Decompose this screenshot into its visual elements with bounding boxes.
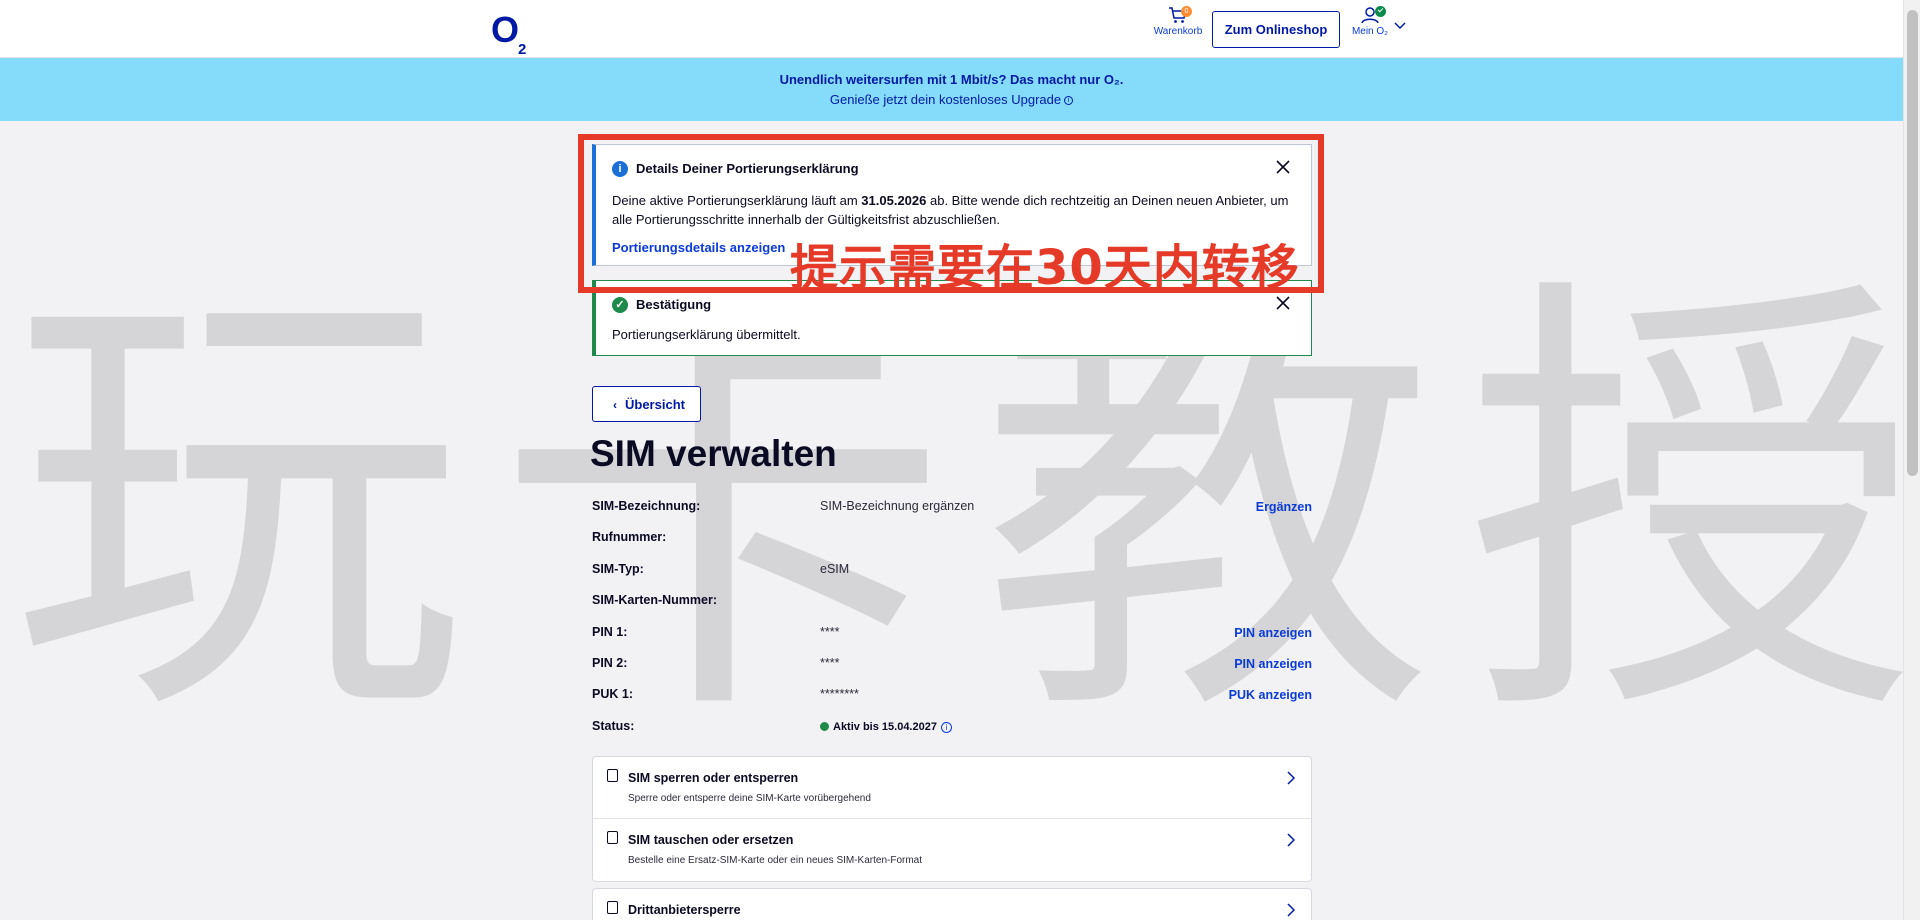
info-icon[interactable]: i	[1064, 96, 1074, 106]
status-active-dot	[820, 721, 829, 731]
list-item[interactable]: Drittanbietersperre	[592, 888, 1312, 920]
cart-label: Warenkorb	[1153, 26, 1203, 37]
list-item[interactable]: SIM tauschen oder ersetzen Bestelle eine…	[593, 819, 1311, 881]
annotation-text: 提示需要在30天内转移	[790, 240, 1300, 296]
add-sim-name-link[interactable]: Ergänzen	[1256, 500, 1312, 514]
chevron-right-icon	[1287, 771, 1295, 785]
detail-label: Rufnummer:	[592, 530, 667, 545]
detail-row-sim-name: SIM-Bezeichnung: SIM-Bezeichnung ergänze…	[592, 494, 1312, 525]
detail-label: SIM-Bezeichnung:	[592, 499, 701, 513]
detail-label: Status:	[592, 718, 635, 733]
status-value: Aktiv bis 15.04.2027 i	[820, 719, 952, 733]
detail-label: PIN 1:	[592, 624, 628, 639]
detail-label: PIN 2:	[592, 655, 628, 670]
detail-row-pin1: PIN 1: **** PIN anzeigen	[592, 620, 1312, 651]
promo-upgrade-text: Genieße jetzt dein kostenloses Upgrade	[829, 92, 1062, 107]
detail-label: PUK 1:	[592, 687, 633, 702]
list-item[interactable]: SIM sperren oder entsperren Sperre oder …	[593, 757, 1311, 819]
card-title: SIM sperren oder entsperren	[628, 771, 799, 785]
close-icon[interactable]	[1275, 159, 1291, 175]
o2-logo[interactable]: O2	[491, 9, 526, 58]
card-title: Drittanbietersperre	[628, 903, 741, 917]
promo-banner: Unendlich weitersurfen mit 1 Mbit/s? Das…	[0, 58, 1903, 121]
sim-lock-icon	[607, 769, 618, 782]
show-pin1-link[interactable]: PIN anzeigen	[1234, 626, 1312, 640]
detail-value: ****	[820, 655, 840, 670]
account-menu[interactable]: Mein O₂	[1350, 6, 1390, 37]
detail-value: eSIM	[820, 561, 850, 576]
detail-value: ****	[820, 624, 840, 639]
logo-sub: 2	[518, 41, 526, 59]
detail-row-status: Status: Aktiv bis 15.04.2027 i	[592, 714, 1312, 745]
page-scrollbar[interactable]	[1903, 0, 1920, 920]
cart-link[interactable]: 0 Warenkorb	[1152, 6, 1204, 37]
sim-actions-list: SIM sperren oder entsperren Sperre oder …	[592, 756, 1312, 882]
detail-row-puk1: PUK 1: ******** PUK anzeigen	[592, 682, 1312, 713]
detail-row-phone: Rufnummer:	[592, 525, 1312, 556]
detail-row-sim-number: SIM-Karten-Nummer:	[592, 588, 1312, 619]
cart-count-badge: 0	[1181, 6, 1192, 17]
promo-headline: Unendlich weitersurfen mit 1 Mbit/s? Das…	[779, 72, 1124, 87]
detail-row-pin2: PIN 2: **** PIN anzeigen	[592, 651, 1312, 682]
account-label: Mein O₂	[1351, 26, 1389, 37]
logo-letter: O	[491, 9, 519, 50]
alert-body-pre: Deine aktive Portierungserklärung läuft …	[612, 193, 862, 208]
alert-title: Details Deiner Portierungserklärung	[636, 161, 859, 176]
alert-title: Bestätigung	[636, 297, 712, 312]
card-subtitle: Bestelle eine Ersatz-SIM-Karte oder ein …	[628, 855, 923, 866]
show-puk1-link[interactable]: PUK anzeigen	[1229, 688, 1312, 702]
page-title: SIM verwalten	[590, 433, 837, 474]
porting-expiry-date: 31.05.2026	[861, 193, 927, 208]
back-label: Übersicht	[625, 396, 685, 412]
scrollbar-thumb[interactable]	[1907, 10, 1918, 476]
top-header: O2 0 Warenkorb Zum Onlineshop Mein O₂	[0, 0, 1903, 58]
promo-upgrade-link[interactable]: Genieße jetzt dein kostenloses Upgrade i	[0, 92, 1903, 107]
status-text: Aktiv bis 15.04.2027	[833, 720, 937, 733]
detail-row-sim-type: SIM-Typ: eSIM	[592, 557, 1312, 588]
sim-details-list: SIM-Bezeichnung: SIM-Bezeichnung ergänze…	[592, 494, 1312, 745]
block-icon	[607, 901, 618, 914]
detail-value: ********	[820, 687, 859, 702]
chevron-down-icon[interactable]	[1394, 22, 1406, 30]
chevron-right-icon	[1287, 903, 1295, 917]
sim-swap-icon	[607, 831, 618, 844]
card-subtitle: Sperre oder entsperre deine SIM-Karte vo…	[628, 793, 871, 804]
porting-details-link[interactable]: Portierungsdetails anzeigen	[612, 240, 785, 255]
chevron-left-icon: ‹	[613, 397, 617, 412]
check-circle-icon: ✓	[612, 297, 628, 313]
onlineshop-button[interactable]: Zum Onlineshop	[1212, 11, 1340, 48]
info-icon: i	[612, 161, 628, 177]
chevron-right-icon	[1287, 833, 1295, 847]
show-pin2-link[interactable]: PIN anzeigen	[1234, 657, 1312, 671]
alert-body: Portierungserklärung übermittelt.	[612, 327, 801, 342]
account-verified-badge	[1375, 6, 1386, 17]
card-title: SIM tauschen oder ersetzen	[628, 833, 794, 847]
detail-label: SIM-Karten-Nummer:	[592, 593, 718, 608]
back-overview-button[interactable]: ‹ Übersicht	[592, 386, 701, 422]
alert-body: Deine aktive Portierungserklärung läuft …	[612, 191, 1292, 229]
detail-value: SIM-Bezeichnung ergänzen	[820, 499, 975, 513]
info-icon[interactable]: i	[940, 721, 952, 733]
detail-label: SIM-Typ:	[592, 561, 644, 576]
